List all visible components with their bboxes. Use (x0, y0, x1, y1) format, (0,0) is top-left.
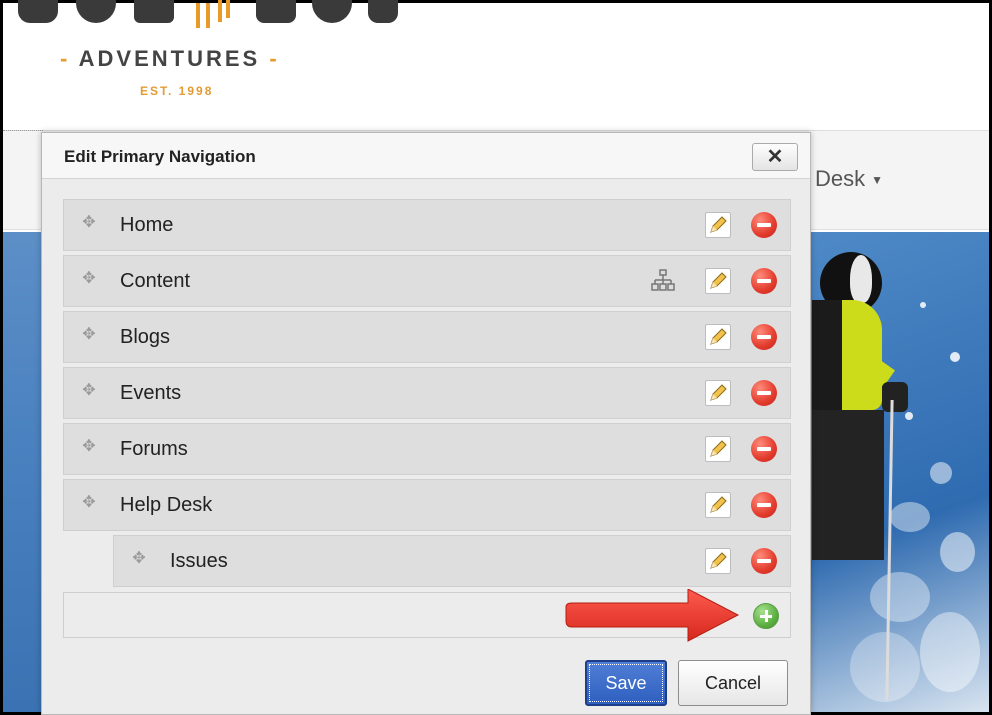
nav-item-help-desk[interactable]: ✥ Help Desk (63, 479, 791, 531)
skier-pants (812, 410, 884, 560)
pencil-icon[interactable] (705, 380, 731, 406)
pencil-icon[interactable] (705, 436, 731, 462)
close-button[interactable]: ✕ (752, 143, 798, 171)
nav-item-events[interactable]: ✥ Events (63, 367, 791, 419)
site-logo-graphic (18, 0, 398, 33)
pencil-icon[interactable] (705, 212, 731, 238)
move-handle-icon[interactable]: ✥ (80, 382, 98, 400)
nav-item-forums[interactable]: ✥ Forums (63, 423, 791, 475)
save-button[interactable]: Save (585, 660, 667, 706)
move-handle-icon[interactable]: ✥ (80, 494, 98, 512)
pencil-icon[interactable] (705, 492, 731, 518)
minus-circle-icon[interactable] (751, 324, 777, 350)
minus-circle-icon[interactable] (751, 436, 777, 462)
minus-circle-icon[interactable] (751, 548, 777, 574)
chevron-down-icon: ▼ (871, 173, 884, 188)
site-logo-established: EST. 1998 (140, 84, 214, 98)
move-handle-icon[interactable]: ✥ (80, 438, 98, 456)
cancel-button[interactable]: Cancel (678, 660, 788, 706)
nav-item-label: Forums (120, 438, 188, 460)
site-logo-subtitle: - ADVENTURES - (60, 46, 280, 71)
nav-item-label: Home (120, 214, 174, 236)
nav-item-label: Content (120, 270, 191, 292)
nav-item-content[interactable]: ✥ Content (63, 255, 791, 307)
skier-glove (882, 382, 908, 412)
minus-circle-icon[interactable] (751, 380, 777, 406)
navbar-edge (3, 130, 43, 230)
skier-jacket-shadow (812, 300, 842, 410)
pencil-icon[interactable] (705, 268, 731, 294)
nav-item-home[interactable]: ✥ Home (63, 199, 791, 251)
move-handle-icon[interactable]: ✥ (80, 214, 98, 232)
nav-item-blogs[interactable]: ✥ Blogs (63, 311, 791, 363)
edit-navigation-dialog: Edit Primary Navigation ✕ ✥ Home ✥ Conte… (41, 132, 811, 715)
move-handle-icon[interactable]: ✥ (130, 550, 148, 568)
annotation-arrow (565, 589, 740, 642)
pencil-icon[interactable] (705, 548, 731, 574)
pencil-icon[interactable] (705, 324, 731, 350)
minus-circle-icon[interactable] (751, 268, 777, 294)
move-handle-icon[interactable]: ✥ (80, 326, 98, 344)
dialog-title: Edit Primary Navigation (64, 147, 256, 166)
nav-item-label: Events (120, 382, 182, 404)
nav-item-label: Blogs (120, 326, 171, 348)
minus-circle-icon[interactable] (751, 492, 777, 518)
dialog-header: Edit Primary Navigation ✕ (42, 133, 810, 179)
nav-item-label: Issues (170, 550, 228, 572)
sitemap-icon[interactable] (650, 268, 676, 294)
nav-item-issues[interactable]: ✥ Issues (113, 535, 791, 587)
skier-helmet-stripe (850, 255, 872, 303)
nav-item-label: Help Desk (120, 494, 213, 516)
minus-circle-icon[interactable] (751, 212, 777, 238)
site-nav-helpdesk[interactable]: Desk ▼ (815, 166, 883, 192)
move-handle-icon[interactable]: ✥ (80, 270, 98, 288)
